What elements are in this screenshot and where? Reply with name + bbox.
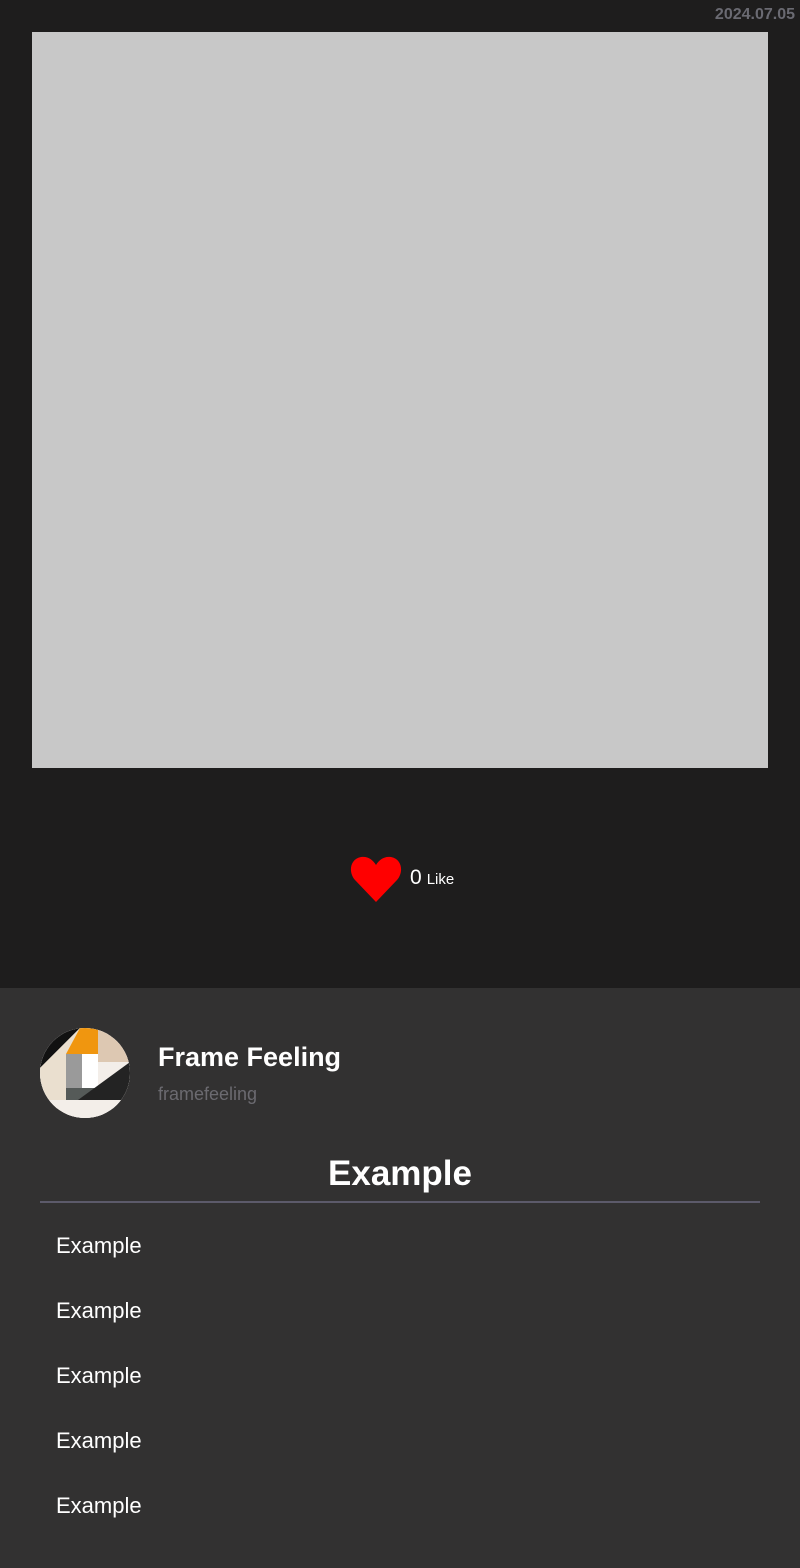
profile-name[interactable]: Frame Feeling — [158, 1042, 341, 1073]
avatar[interactable] — [40, 1028, 130, 1118]
section-title: Example — [328, 1154, 472, 1193]
post-image-placeholder[interactable] — [32, 32, 768, 768]
like-count: 0 — [410, 866, 422, 889]
like-control[interactable]: 0 Like — [350, 852, 454, 904]
divider — [40, 1201, 760, 1203]
list-item[interactable]: Example — [56, 1363, 142, 1428]
like-label: Like — [426, 870, 455, 888]
post-date: 2024.07.05 — [714, 6, 795, 23]
avatar-logo-icon — [40, 1028, 130, 1118]
list-item[interactable]: Example — [56, 1298, 142, 1363]
list-item[interactable]: Example — [56, 1428, 142, 1493]
profile-handle[interactable]: framefeeling — [158, 1084, 257, 1105]
profile-panel: Frame Feeling framefeeling Example Examp… — [0, 988, 800, 1568]
list-item[interactable]: Example — [56, 1233, 142, 1298]
post-area: 2024.07.05 0 Like — [0, 0, 800, 988]
list-item[interactable]: Example — [56, 1493, 142, 1558]
example-list: Example Example Example Example Example — [56, 1233, 142, 1558]
heart-icon[interactable] — [350, 853, 402, 903]
